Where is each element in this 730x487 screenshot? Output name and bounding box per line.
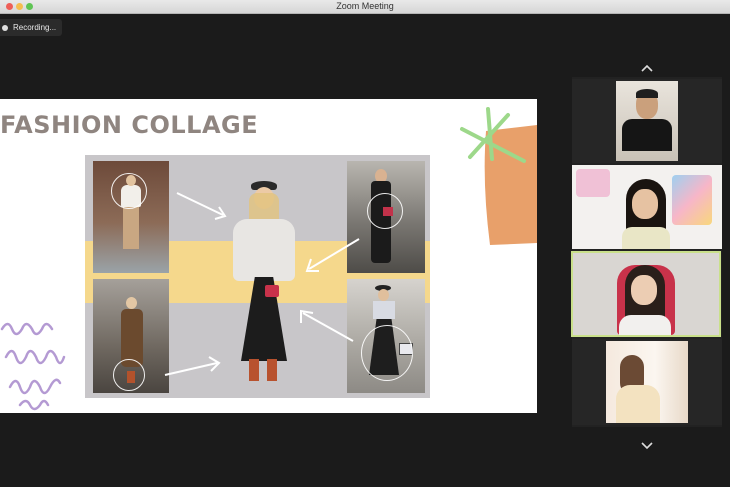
participant-panel xyxy=(571,64,722,450)
arrow-icon xyxy=(176,192,227,220)
photo-brown-coat-outfit xyxy=(93,279,169,393)
highlight-circle xyxy=(111,173,147,209)
photo-beige-skirt-outfit xyxy=(93,161,169,273)
chevron-up-icon[interactable] xyxy=(641,63,653,75)
window-titlebar: Zoom Meeting xyxy=(0,0,730,14)
green-star-decoration xyxy=(460,107,526,163)
participant-video-tile[interactable] xyxy=(572,165,722,249)
highlight-circle xyxy=(361,325,413,381)
arrow-icon xyxy=(300,309,354,342)
active-speaker-video-tile[interactable] xyxy=(571,251,721,337)
highlight-circle xyxy=(113,359,145,391)
recording-label: Recording... xyxy=(13,23,57,32)
fashion-collage xyxy=(85,155,430,398)
window-title: Zoom Meeting xyxy=(336,1,394,11)
photo-black-dress-outfit xyxy=(347,279,425,393)
shared-screen-slide: FASHION COLLAGE xyxy=(0,99,537,413)
slide-title: FASHION COLLAGE xyxy=(0,111,259,139)
purple-scribble-decoration xyxy=(0,322,66,411)
arrow-icon xyxy=(305,238,360,272)
recording-icon xyxy=(2,24,8,31)
recording-indicator[interactable]: Recording... xyxy=(0,19,62,36)
chevron-down-icon[interactable] xyxy=(641,439,653,451)
participant-video-tile[interactable] xyxy=(572,79,722,163)
highlight-circle xyxy=(367,193,403,229)
participant-video-tile[interactable] xyxy=(572,339,722,425)
arrow-icon xyxy=(164,356,221,376)
